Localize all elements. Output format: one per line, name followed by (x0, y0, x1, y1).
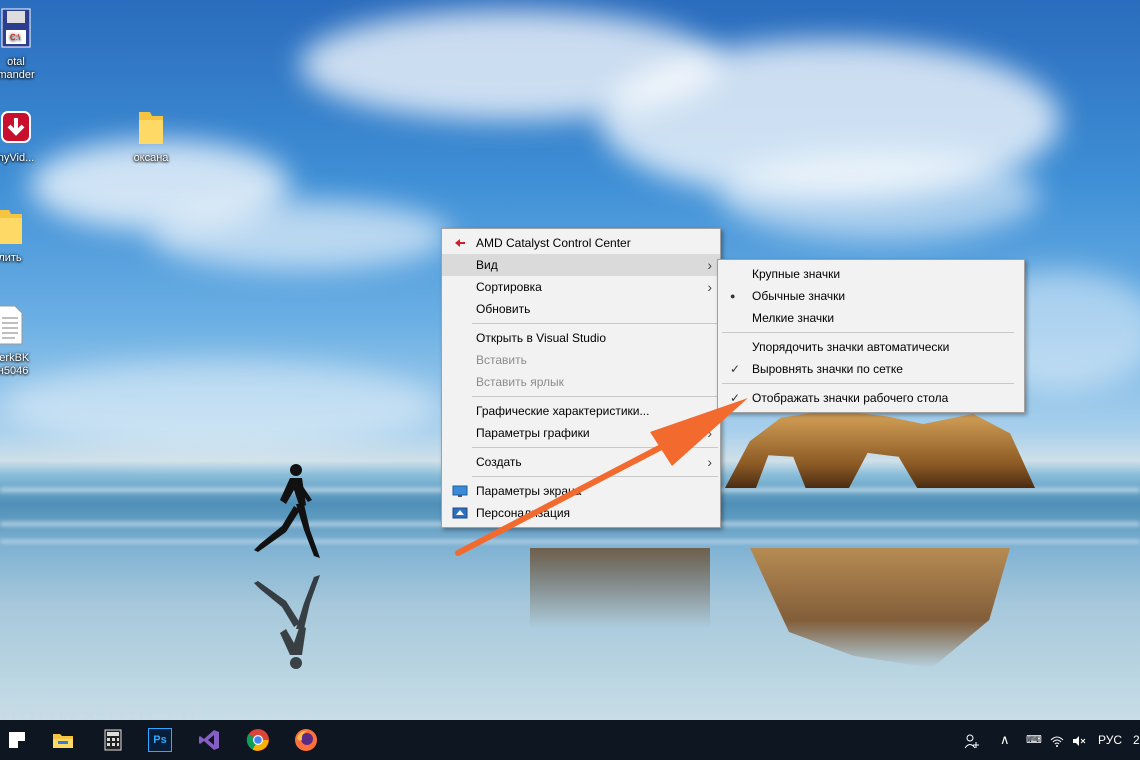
menu-item-view[interactable]: Вид › (442, 254, 720, 276)
runner-silhouette (254, 464, 320, 558)
desktop-icon-label: ин5046 (0, 365, 29, 377)
people-icon[interactable] (964, 720, 984, 760)
svg-text:C:\: C:\ (10, 33, 21, 42)
menu-item-label: Создать (476, 455, 522, 469)
menu-item-label: AMD Catalyst Control Center (476, 236, 631, 250)
wifi-icon[interactable] (1050, 720, 1066, 760)
checkmark-icon: ✓ (730, 391, 741, 405)
desktop-icon-total-commander[interactable]: C:\ otal mander (0, 8, 54, 82)
desktop-icon-label: лить (0, 252, 22, 264)
taskbar: Ps ∧ ⌨ РУС 2 (0, 720, 1140, 760)
desktop-icon-oksana[interactable]: оксана (113, 108, 189, 165)
display-icon (452, 485, 468, 497)
watermark: ndows-ten.ru (0, 696, 199, 720)
desktop-icon-label: mander (0, 69, 35, 81)
menu-item-label: Параметры графики (476, 426, 590, 440)
chevron-right-icon: › (707, 454, 712, 470)
menu-item-paste-shortcut[interactable]: Вставить ярлык (442, 371, 720, 393)
personalize-icon (452, 507, 468, 519)
visual-studio-icon[interactable] (187, 720, 231, 760)
menu-item-personalization[interactable]: Персонализация (442, 502, 720, 524)
menu-item-graphics-properties[interactable]: Графические характеристики... (442, 400, 720, 422)
floppy-disk-icon: C:\ (1, 8, 31, 48)
menu-item-label: Графические характеристики... (476, 404, 650, 418)
menu-item-paste[interactable]: Вставить (442, 349, 720, 371)
wallpaper-cloud (720, 150, 1040, 240)
menu-item-display-settings[interactable]: Параметры экрана (442, 480, 720, 502)
submenu-item-medium-icons[interactable]: ● Обычные значки (718, 285, 1024, 307)
desktop-icon-document[interactable]: elerkBK ин5046 (0, 304, 48, 378)
menu-item-label: Вставить (476, 353, 527, 367)
rock-reflection (530, 548, 710, 628)
menu-item-label: Вставить ярлык (476, 375, 564, 389)
submenu-item-large-icons[interactable]: Крупные значки (718, 263, 1024, 285)
menu-separator (472, 447, 718, 448)
menu-separator (472, 323, 718, 324)
wave (0, 540, 1140, 543)
chevron-up-icon[interactable]: ∧ (1000, 720, 1014, 760)
download-icon (1, 111, 31, 143)
menu-item-label: Крупные значки (752, 267, 841, 281)
menu-item-label: Обычные значки (752, 289, 846, 303)
volume-icon[interactable] (1072, 720, 1088, 760)
windows-icon (9, 732, 25, 748)
menu-separator (472, 476, 718, 477)
rock-arch (725, 410, 1035, 488)
menu-item-new[interactable]: Создать › (442, 451, 720, 473)
menu-item-label: Отображать значки рабочего стола (752, 391, 949, 405)
folder-icon (0, 210, 22, 244)
photoshop-label: Ps (148, 728, 172, 752)
chevron-right-icon: › (707, 257, 712, 273)
language-indicator[interactable]: РУС (1098, 720, 1122, 760)
start-button[interactable] (0, 720, 34, 760)
submenu-item-small-icons[interactable]: Мелкие значки (718, 307, 1024, 329)
calculator-icon[interactable] (91, 720, 135, 760)
menu-separator (472, 396, 718, 397)
menu-item-label: Обновить (476, 302, 531, 316)
menu-item-refresh[interactable]: Обновить (442, 298, 720, 320)
menu-item-label: Мелкие значки (752, 311, 835, 325)
amd-icon (455, 239, 465, 247)
file-explorer-icon[interactable] (41, 720, 85, 760)
menu-item-label: Открыть в Visual Studio (476, 331, 606, 345)
menu-item-label: Вид (476, 258, 498, 272)
keyboard-icon[interactable]: ⌨ (1026, 720, 1042, 760)
menu-item-label: Сортировка (476, 280, 542, 294)
chevron-right-icon: › (707, 425, 712, 441)
firefox-icon[interactable] (284, 720, 328, 760)
menu-item-label: Выровнять значки по сетке (752, 362, 903, 376)
clock[interactable]: 2 (1133, 720, 1140, 760)
menu-item-label: Упорядочить значки автоматически (752, 340, 950, 354)
desktop-icon-anyvideo[interactable]: nyVid... (0, 110, 54, 165)
menu-item-sort[interactable]: Сортировка › (442, 276, 720, 298)
desktop-icon-label: elerkBK (0, 352, 30, 364)
menu-item-label: Персонализация (476, 506, 571, 520)
chrome-icon[interactable] (236, 720, 280, 760)
menu-separator (722, 332, 1014, 333)
radio-mark: ● (730, 291, 736, 301)
menu-item-graphics-options[interactable]: Параметры графики › (442, 422, 720, 444)
menu-item-amd-catalyst[interactable]: AMD Catalyst Control Center (442, 232, 720, 254)
menu-separator (722, 383, 1014, 384)
text-document-icon (0, 305, 23, 345)
rock-reflection (750, 548, 1010, 668)
chevron-right-icon: › (707, 279, 712, 295)
view-submenu: Крупные значки ● Обычные значки Мелкие з… (717, 259, 1025, 413)
submenu-item-align-to-grid[interactable]: ✓ Выровнять значки по сетке (718, 358, 1024, 380)
desktop-context-menu: AMD Catalyst Control Center Вид › Сортир… (441, 228, 721, 528)
checkmark-icon: ✓ (730, 362, 741, 376)
runner-reflection (254, 575, 320, 669)
menu-item-open-visual-studio[interactable]: Открыть в Visual Studio (442, 327, 720, 349)
menu-item-label: Параметры экрана (476, 484, 582, 498)
photoshop-icon[interactable]: Ps (138, 720, 182, 760)
desktop-icon-folder[interactable]: лить (0, 206, 48, 265)
desktop-icon-label: otal (7, 56, 25, 68)
desktop-icon-label: оксана (133, 152, 169, 164)
submenu-item-auto-arrange[interactable]: Упорядочить значки автоматически (718, 336, 1024, 358)
wallpaper-cloud (0, 360, 440, 450)
wallpaper-cloud (150, 200, 450, 270)
desktop-icon-label: nyVid... (0, 152, 35, 164)
folder-icon (139, 112, 163, 144)
submenu-item-show-desktop-icons[interactable]: ✓ Отображать значки рабочего стола (718, 387, 1024, 409)
